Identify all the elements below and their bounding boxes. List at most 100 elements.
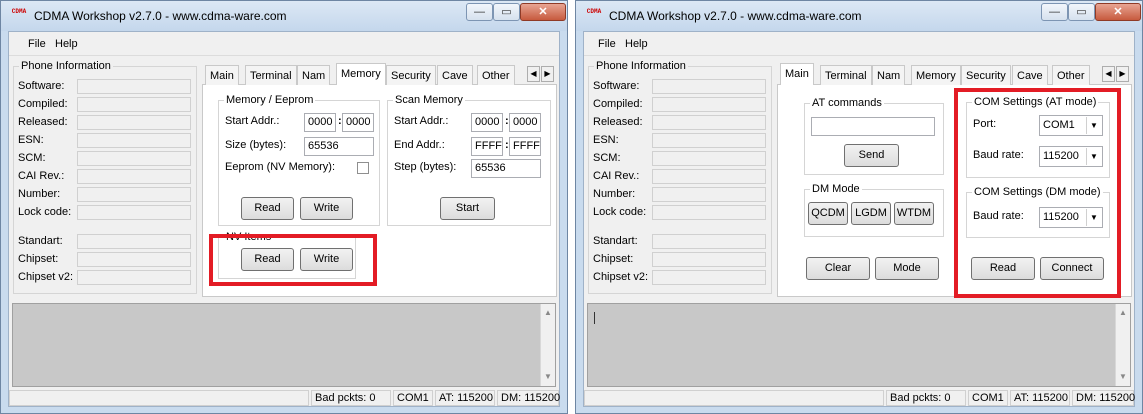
minimize-button[interactable]: —: [1041, 3, 1068, 21]
app-icon: CDMA: [586, 8, 602, 15]
released-field: [652, 115, 766, 130]
esn-field: [652, 133, 766, 148]
log-area[interactable]: ▲ ▼: [12, 303, 556, 387]
at-command-input[interactable]: [811, 117, 935, 136]
phone-info-legend: Phone Information: [19, 60, 113, 72]
status-dm: DM: 115200: [497, 390, 560, 406]
scan-start-lo-input[interactable]: 0000: [509, 113, 541, 132]
start-addr-lo-input[interactable]: 0000: [342, 113, 374, 132]
status-at: AT: 115200: [435, 390, 495, 406]
status-empty: [584, 390, 884, 406]
menu-help[interactable]: Help: [55, 38, 78, 50]
scan-memory-legend: Scan Memory: [393, 94, 465, 106]
qcdm-button[interactable]: QCDM: [808, 202, 848, 225]
lgdm-button[interactable]: LGDM: [851, 202, 891, 225]
menu-file[interactable]: File: [28, 38, 46, 50]
highlight-nv-items: [209, 234, 377, 286]
maximize-button[interactable]: ▭: [1068, 3, 1095, 21]
scan-memory-group: Scan Memory Start Addr.: 0000 : 0000 End…: [387, 94, 551, 226]
info-label: Standart:: [593, 235, 638, 247]
log-scrollbar[interactable]: ▲ ▼: [1115, 304, 1130, 386]
chipset-v2-field: [77, 270, 191, 285]
scan-start-hi-input[interactable]: 0000: [471, 113, 503, 132]
status-bad-packets: Bad pckts: 0: [311, 390, 391, 406]
menu-file[interactable]: File: [598, 38, 616, 50]
step-input[interactable]: 65536: [471, 159, 541, 178]
start-addr-hi-input[interactable]: 0000: [304, 113, 336, 132]
tab-nam[interactable]: Nam: [297, 65, 331, 85]
tab-terminal[interactable]: Terminal: [820, 65, 872, 85]
info-label: Number:: [593, 188, 636, 200]
scroll-down-icon[interactable]: ▼: [1116, 370, 1130, 384]
size-label: Size (bytes):: [225, 139, 287, 151]
maximize-button[interactable]: ▭: [493, 3, 520, 21]
number-field: [77, 187, 191, 202]
standart-field: [652, 234, 766, 249]
wtdm-button[interactable]: WTDM: [894, 202, 934, 225]
tab-cave[interactable]: Cave: [1012, 65, 1048, 85]
scroll-up-icon[interactable]: ▲: [1116, 306, 1130, 320]
end-addr-lo-input[interactable]: FFFF: [509, 137, 541, 156]
tab-main[interactable]: Main: [205, 65, 239, 85]
lock-code-field: [652, 205, 766, 220]
log-area[interactable]: ▲ ▼: [587, 303, 1131, 387]
memory-read-button[interactable]: Read: [241, 197, 294, 220]
tab-other[interactable]: Other: [477, 65, 515, 85]
clear-button[interactable]: Clear: [806, 257, 870, 280]
tab-security[interactable]: Security: [386, 65, 436, 85]
info-label: CAI Rev.:: [593, 170, 640, 182]
info-label: Chipset v2:: [593, 271, 649, 283]
tab-other[interactable]: Other: [1052, 65, 1090, 85]
close-button[interactable]: ✕: [520, 3, 566, 21]
info-label: Chipset v2:: [18, 271, 74, 283]
info-label: Compiled:: [18, 98, 68, 110]
tab-main[interactable]: Main: [780, 63, 814, 85]
send-button[interactable]: Send: [844, 144, 899, 167]
tab-nam[interactable]: Nam: [872, 65, 906, 85]
info-label: Standart:: [18, 235, 63, 247]
minimize-button[interactable]: —: [466, 3, 493, 21]
scan-start-label: Start Addr.:: [394, 115, 449, 127]
tab-cave[interactable]: Cave: [437, 65, 473, 85]
lock-code-field: [77, 205, 191, 220]
title-bar[interactable]: CDMA CDMA Workshop v2.7.0 - www.cdma-war…: [576, 1, 1142, 31]
mode-button[interactable]: Mode: [875, 257, 939, 280]
chipset-field: [652, 252, 766, 267]
title-bar[interactable]: CDMA CDMA Workshop v2.7.0 - www.cdma-war…: [1, 1, 567, 31]
tab-scroll-right[interactable]: ▶: [1116, 66, 1129, 82]
tab-terminal[interactable]: Terminal: [245, 65, 297, 85]
scan-start-button[interactable]: Start: [440, 197, 495, 220]
info-label: Released:: [18, 116, 68, 128]
close-button[interactable]: ✕: [1095, 3, 1141, 21]
scroll-up-icon[interactable]: ▲: [541, 306, 555, 320]
size-input[interactable]: 65536: [304, 137, 374, 156]
tab-memory[interactable]: Memory: [911, 65, 961, 85]
menu-help[interactable]: Help: [625, 38, 648, 50]
number-field: [652, 187, 766, 202]
window-title: CDMA Workshop v2.7.0 - www.cdma-ware.com: [609, 9, 862, 23]
phone-info-legend: Phone Information: [594, 60, 688, 72]
tab-memory[interactable]: Memory: [336, 63, 386, 85]
end-addr-hi-input[interactable]: FFFF: [471, 137, 503, 156]
status-dm: DM: 115200: [1072, 390, 1135, 406]
tab-scroll-left[interactable]: ◀: [527, 66, 540, 82]
info-label: ESN:: [593, 134, 619, 146]
compiled-field: [652, 97, 766, 112]
text-caret: [594, 312, 595, 324]
status-port: COM1: [393, 390, 433, 406]
eeprom-checkbox[interactable]: [357, 162, 369, 174]
window-left: CDMA CDMA Workshop v2.7.0 - www.cdma-war…: [0, 0, 568, 414]
status-empty: [9, 390, 309, 406]
tab-security[interactable]: Security: [961, 65, 1011, 85]
software-field: [652, 79, 766, 94]
at-commands-legend: AT commands: [810, 97, 884, 109]
cai-rev-field: [77, 169, 191, 184]
info-label: CAI Rev.:: [18, 170, 65, 182]
scroll-down-icon[interactable]: ▼: [541, 370, 555, 384]
memory-write-button[interactable]: Write: [300, 197, 353, 220]
tab-scroll-left[interactable]: ◀: [1102, 66, 1115, 82]
status-bar: Bad pckts: 0 COM1 AT: 115200 DM: 115200: [584, 389, 1135, 407]
log-scrollbar[interactable]: ▲ ▼: [540, 304, 555, 386]
tab-scroll-right[interactable]: ▶: [541, 66, 554, 82]
eeprom-label: Eeprom (NV Memory):: [225, 161, 336, 173]
